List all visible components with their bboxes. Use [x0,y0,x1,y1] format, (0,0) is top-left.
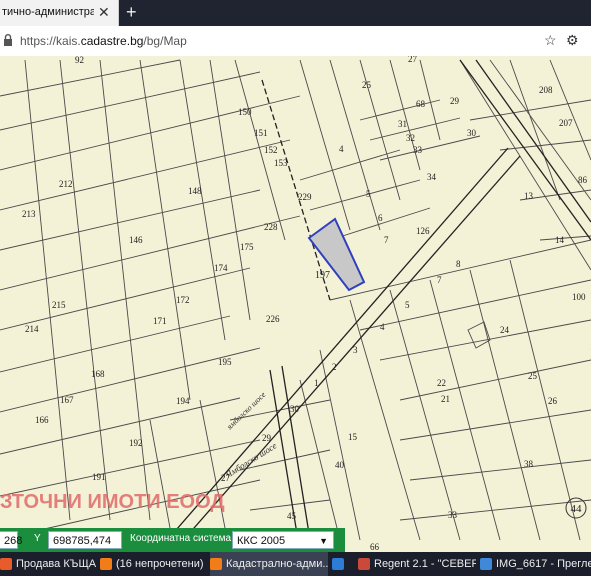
parcel-label: 5 [366,189,371,199]
parcel-label: 175 [240,242,254,252]
parcel-label: 29 [450,96,460,106]
parcel-label: 34 [427,172,437,182]
taskbar-item[interactable]: Regent 2.1 - "СЕВЕР... [358,552,476,576]
parcel-label: 152 [264,145,278,155]
x-coordinate-field[interactable]: 268 [0,531,22,549]
settings-icon[interactable]: ⚙ [566,32,579,49]
parcel-label: 6 [378,213,383,223]
parcel-label: 5 [405,300,410,310]
parcel-label: 13 [524,191,534,201]
app-icon [100,558,112,571]
parcel-label: 148 [188,186,202,196]
app-icon [0,558,12,571]
parcel-label: 45 [287,511,297,521]
parcel-label: 24 [500,325,510,335]
browser-tab[interactable]: тично-административ ✕ [0,0,119,26]
app-icon [358,558,370,571]
parcel-label: 207 [559,118,573,128]
parcel-label: 229 [298,192,312,202]
parcel-label: 4 [380,322,385,332]
parcel-label: 4 [339,144,344,154]
parcel-label: 195 [218,357,232,367]
app-icon [332,558,344,571]
url-text[interactable]: https://kais.cadastre.bg/bg/Map [20,34,187,48]
parcel-label: 212 [59,179,73,189]
parcel-label: 146 [129,235,143,245]
parcel-label: 214 [25,324,39,334]
parcel-label: 126 [416,226,430,236]
parcel-label: 8 [456,259,461,269]
parcel-label: 167 [60,395,74,405]
parcel-label: 22 [437,378,446,388]
taskbar-item[interactable]: Продава КЪЩА в г... [0,552,96,576]
parcel-label: 151 [254,128,268,138]
parcel-label: 192 [129,438,143,448]
parcel-label: 15 [348,432,358,442]
parcel-label: 14 [555,235,565,245]
parcel-label: 92 [75,56,84,65]
parcel-label: 30 [467,128,477,138]
parcel-label: 66 [370,542,380,552]
taskbar-item[interactable] [332,552,356,576]
parcel-label: 100 [572,292,586,302]
parcel-label: 31 [398,119,407,129]
chevron-down-icon: ▼ [319,536,328,546]
cadastre-map[interactable]: 44 92 150 151 152 153 148 212 213 229 22… [0,56,591,552]
coordinate-system-label: Координатна система [130,533,232,544]
parcel-label: 7 [437,275,442,285]
parcel-label: 86 [578,175,588,185]
parcel-label: 228 [264,222,278,232]
parcel-label: 21 [441,394,450,404]
app-icon [480,558,492,571]
parcel-label: 194 [176,396,190,406]
taskbar-item[interactable]: (16 непрочетени) -... [100,552,206,576]
close-icon[interactable]: ✕ [98,4,110,21]
parcel-label: 68 [416,99,426,109]
coordinate-system-select[interactable]: ККС 2005 ▼ [232,531,334,549]
parcel-label: 40 [335,460,345,470]
parcel-label: 25 [362,80,372,90]
parcel-label: 191 [92,472,106,482]
parcel-label: 32 [406,133,415,143]
parcel-label: 208 [539,85,553,95]
parcel-label: 33 [413,145,423,155]
parcel-label: 7 [384,235,389,245]
parcel-label: 38 [524,459,534,469]
parcel-label: 27 [408,56,418,64]
parcel-label: 30 [290,404,300,414]
parcel-label: 1 [314,378,319,388]
taskbar-item[interactable]: Кадастрално-адми... [210,552,328,576]
taskbar: Продава КЪЩА в г... (16 непрочетени) -..… [0,552,591,576]
parcel-label: 153 [274,158,288,168]
taskbar-item[interactable]: IMG_6617 - Прегле... [480,552,591,576]
parcel-label: 166 [35,415,49,425]
tab-title: тично-административ [2,6,94,18]
parcel-label: 171 [153,316,167,326]
parcel-label: 25 [528,371,538,381]
selected-parcel-label: 197 [315,270,330,281]
parcel-label: 172 [176,295,190,305]
parcel-label: 3 [353,345,358,355]
circle-label: 44 [571,503,583,515]
lock-icon [4,34,12,46]
parcel-label: 226 [266,314,280,324]
parcel-label: 150 [238,107,252,117]
company-watermark: ЗТОЧНИ ИМОТИ ЕООД [0,491,225,513]
parcel-label: 26 [548,396,558,406]
parcel-label: 33 [448,510,458,520]
y-coordinate-field[interactable]: 698785,474 [48,531,122,549]
parcel-label: 215 [52,300,66,310]
parcel-label: 213 [22,209,36,219]
coordinates-bar: 268 Y 698785,474 Координатна система ККС… [0,528,345,552]
y-label: Y [34,533,41,544]
browser-tab-bar: тично-административ ✕ + [0,0,591,26]
new-tab-button[interactable]: + [126,2,137,23]
parcel-label: 2 [332,362,337,372]
address-bar[interactable]: https://kais.cadastre.bg/bg/Map ☆ ⚙ [0,26,591,57]
app-icon [210,558,222,571]
star-icon[interactable]: ☆ [544,32,557,49]
parcel-label: 174 [214,263,228,273]
parcel-label: 168 [91,369,105,379]
